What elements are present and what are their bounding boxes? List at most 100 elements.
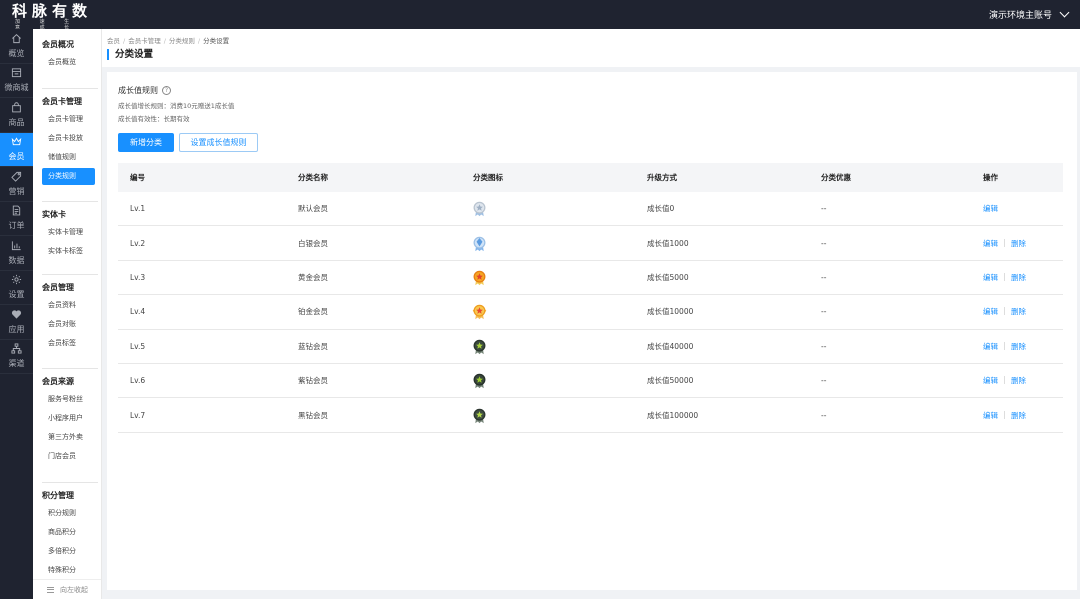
submenu-item[interactable]: 多倍积分	[42, 543, 95, 560]
submenu-item[interactable]: 会员资料	[42, 297, 95, 314]
category-icon-cell	[461, 200, 635, 217]
submenu-item[interactable]: 分类规则	[42, 168, 95, 185]
category-icon-cell	[461, 407, 635, 424]
page-title: 分类设置	[107, 49, 153, 60]
bag-icon	[11, 102, 22, 117]
edit-link[interactable]: 编辑	[983, 239, 998, 248]
submenu-item[interactable]: 会员对账	[42, 316, 95, 333]
rail-item-6[interactable]: 数据	[0, 236, 33, 271]
chevron-down-icon	[1059, 7, 1070, 18]
submenu-divider	[42, 368, 98, 369]
upgrade-method-cell: 成长值5000	[647, 272, 689, 282]
category-icon-cell	[461, 235, 635, 252]
rail-item-0[interactable]: 概览	[0, 29, 33, 64]
submenu-item[interactable]: 实体卡标签	[42, 243, 95, 260]
submenu-group-title: 积分管理	[42, 491, 74, 500]
rail-item-2[interactable]: 商品	[0, 98, 33, 133]
edit-link[interactable]: 编辑	[983, 376, 998, 385]
rail-item-5[interactable]: 订单	[0, 202, 33, 236]
delete-link[interactable]: 删除	[1011, 376, 1026, 385]
gold-medal-icon	[473, 269, 635, 286]
set-growth-rule-button[interactable]: 设置成长值规则	[179, 133, 258, 152]
submenu-item[interactable]: 第三方外卖	[42, 429, 95, 446]
add-category-button[interactable]: 新增分类	[118, 133, 174, 152]
table-row: Lv.2 白银会员 成长值1000 -- 编辑 删除	[118, 226, 1063, 261]
category-icon-cell	[461, 338, 635, 355]
rail-item-9[interactable]: 渠道	[0, 340, 33, 374]
rail-item-1[interactable]: 微商城	[0, 64, 33, 98]
actions-cell: 编辑 删除	[983, 306, 1063, 317]
delete-link[interactable]: 删除	[1011, 342, 1026, 351]
edit-link[interactable]: 编辑	[983, 411, 998, 420]
collapse-sidebar-button[interactable]: 向左收起	[33, 579, 101, 599]
category-name-cell: 紫钻会员	[298, 376, 328, 386]
category-icon-cell	[461, 303, 635, 320]
category-icon-cell	[461, 269, 635, 286]
edit-link[interactable]: 编辑	[983, 342, 998, 351]
delete-link[interactable]: 删除	[1011, 239, 1026, 248]
submenu-group-title: 会员来源	[42, 377, 74, 386]
submenu-group-title: 会员管理	[42, 283, 74, 292]
actions-cell: 编辑 删除	[983, 272, 1063, 283]
submenu-item[interactable]: 特殊积分	[42, 562, 95, 579]
submenu-item[interactable]: 门店会员	[42, 448, 95, 465]
edit-link[interactable]: 编辑	[983, 204, 998, 213]
column-header-discount: 分类优惠	[821, 173, 851, 182]
edit-link[interactable]: 编辑	[983, 307, 998, 316]
delete-link[interactable]: 删除	[1011, 411, 1026, 420]
submenu-item[interactable]: 会员卡投放	[42, 130, 95, 147]
document-icon	[11, 205, 22, 220]
rail-item-3[interactable]: 会员	[0, 132, 33, 167]
rail-item-4[interactable]: 营销	[0, 167, 33, 202]
upgrade-method-cell: 成长值100000	[647, 410, 699, 420]
help-icon[interactable]: ?	[162, 86, 171, 95]
category-name-cell: 铂金会员	[298, 307, 328, 317]
table-row: Lv.5 蓝钻会员 成长值40000 -- 编辑 删除	[118, 330, 1063, 364]
level-id-cell: Lv.4	[130, 307, 146, 317]
page-header: 会员 / 会员卡管理 / 分类规则 / 分类设置 分类设置	[102, 29, 1080, 67]
edit-link[interactable]: 编辑	[983, 273, 998, 282]
account-menu[interactable]: 演示环境主账号	[988, 0, 1070, 29]
breadcrumb-category-rules[interactable]: 分类规则	[169, 37, 195, 45]
actions-cell: 编辑 删除	[983, 238, 1063, 249]
rail-item-7[interactable]: 设置	[0, 271, 33, 305]
gear-icon	[11, 274, 22, 289]
category-name-cell: 白银会员	[298, 238, 328, 248]
actions-cell: 编辑	[983, 203, 1063, 214]
discount-cell: --	[821, 307, 827, 317]
level-id-cell: Lv.7	[130, 410, 146, 420]
brand-logo[interactable]: 科脉有数 加 速 生 意 成 长	[12, 2, 96, 31]
submenu-item[interactable]: 储值规则	[42, 149, 95, 166]
submenu-divider	[42, 482, 98, 483]
shop-icon	[11, 67, 22, 82]
collapse-label: 向左收起	[60, 585, 88, 594]
submenu-item[interactable]: 会员卡管理	[42, 111, 95, 128]
upgrade-method-cell: 成长值10000	[647, 307, 694, 317]
submenu-item[interactable]: 会员标签	[42, 335, 95, 352]
delete-link[interactable]: 删除	[1011, 307, 1026, 316]
submenu-item[interactable]: 会员概览	[42, 54, 95, 71]
actions-cell: 编辑 删除	[983, 375, 1063, 386]
category-table: 编号 分类名称 分类图标 升级方式 分类优惠 操作 Lv.1 默认会员 成长值0 --…	[118, 163, 1063, 433]
breadcrumb-member[interactable]: 会员	[107, 37, 120, 45]
breadcrumb-card-management[interactable]: 会员卡管理	[128, 37, 161, 45]
account-label: 演示环境主账号	[988, 11, 1052, 21]
delete-link[interactable]: 删除	[1011, 273, 1026, 282]
rail-item-label: 渠道	[8, 359, 25, 369]
submenu-divider	[42, 201, 98, 202]
submenu-item[interactable]: 实体卡管理	[42, 224, 95, 241]
submenu-item[interactable]: 小程序用户	[42, 410, 95, 427]
upgrade-method-cell: 成长值1000	[647, 238, 689, 248]
submenu-item[interactable]: 商品积分	[42, 524, 95, 541]
rail-item-8[interactable]: 应用	[0, 305, 33, 340]
growth-rule-line-1: 成长值增长规则：消费10元赠送1成长值	[118, 102, 235, 110]
category-name-cell: 默认会员	[298, 204, 328, 214]
purple-diamond-medal-icon	[473, 372, 635, 389]
upgrade-method-cell: 成长值0	[647, 204, 675, 214]
action-divider	[1004, 238, 1005, 247]
actions-cell: 编辑 删除	[983, 410, 1063, 421]
submenu-item[interactable]: 积分规则	[42, 505, 95, 522]
submenu-item[interactable]: 服务号粉丝	[42, 391, 95, 408]
brand-name: 科脉有数	[12, 2, 93, 20]
home-icon	[11, 33, 22, 48]
